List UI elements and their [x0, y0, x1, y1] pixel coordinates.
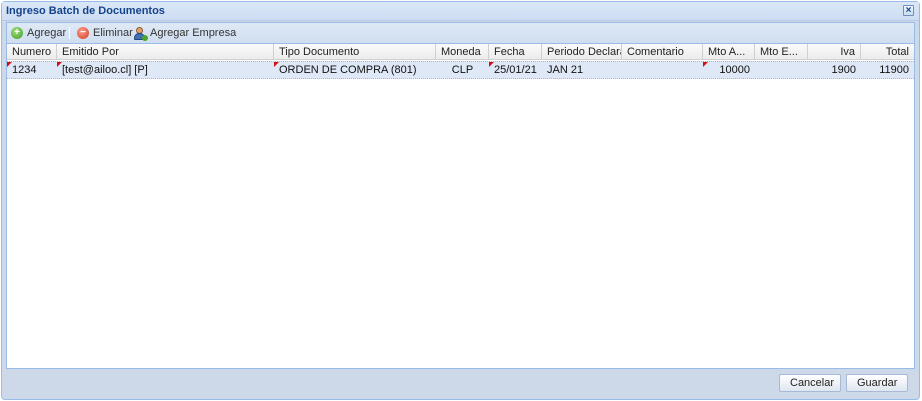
column-header-total[interactable]: Total	[861, 44, 914, 60]
add-icon: +	[11, 27, 23, 39]
column-header-fecha[interactable]: Fecha	[489, 44, 542, 60]
add-user-icon	[133, 26, 148, 41]
toolbar-separator	[69, 27, 70, 39]
column-header-periodo-declarar[interactable]: Periodo Declarar	[542, 44, 622, 60]
column-header-mto-a[interactable]: Mto A...	[703, 44, 755, 60]
cell-emitido-por[interactable]: [test@ailoo.cl] [P]	[57, 62, 274, 78]
cell-iva[interactable]: 1900	[808, 62, 861, 78]
cell-mto-a[interactable]: 10000	[703, 62, 755, 78]
column-header-mto-e[interactable]: Mto E...	[755, 44, 808, 60]
cell-fecha[interactable]: 25/01/21	[489, 62, 542, 78]
add-button-label: Agregar	[27, 27, 67, 39]
batch-documents-window: Ingreso Batch de Documentos × + Agregar …	[1, 1, 920, 400]
column-header-comentario[interactable]: Comentario	[622, 44, 703, 60]
delete-icon: −	[77, 27, 89, 39]
add-company-button[interactable]: Agregar Empresa	[133, 25, 236, 41]
save-button[interactable]: Guardar	[846, 374, 908, 392]
cell-numero[interactable]: 1234	[7, 62, 57, 78]
add-company-button-label: Agregar Empresa	[150, 27, 237, 39]
cell-moneda[interactable]: CLP	[436, 62, 489, 78]
delete-button-label: Eliminar	[93, 27, 133, 39]
cell-tipo-documento[interactable]: ORDEN DE COMPRA (801)	[274, 62, 436, 78]
column-header-numero[interactable]: Numero	[7, 44, 57, 60]
documents-grid: Numero Emitido Por Tipo Documento Moneda…	[6, 43, 915, 369]
add-button[interactable]: + Agregar	[11, 25, 66, 41]
cell-comentario[interactable]	[622, 62, 703, 78]
window-title: Ingreso Batch de Documentos	[6, 5, 165, 17]
cell-mto-e[interactable]	[755, 62, 808, 78]
window-titlebar[interactable]: Ingreso Batch de Documentos ×	[2, 2, 919, 21]
close-icon[interactable]: ×	[903, 5, 914, 16]
grid-header: Numero Emitido Por Tipo Documento Moneda…	[7, 44, 914, 60]
column-header-tipo-documento[interactable]: Tipo Documento	[274, 44, 436, 60]
toolbar: + Agregar − Eliminar Agregar Empresa	[6, 22, 915, 43]
table-row[interactable]: 1234 [test@ailoo.cl] [P] ORDEN DE COMPRA…	[7, 61, 914, 79]
cell-periodo-declarar[interactable]: JAN 21	[542, 62, 622, 78]
cancel-button[interactable]: Cancelar	[779, 374, 841, 392]
column-header-moneda[interactable]: Moneda	[436, 44, 489, 60]
cell-total[interactable]: 11900	[861, 62, 914, 78]
column-header-emitido-por[interactable]: Emitido Por	[57, 44, 274, 60]
column-header-iva[interactable]: Iva	[808, 44, 861, 60]
delete-button[interactable]: − Eliminar	[77, 25, 133, 41]
